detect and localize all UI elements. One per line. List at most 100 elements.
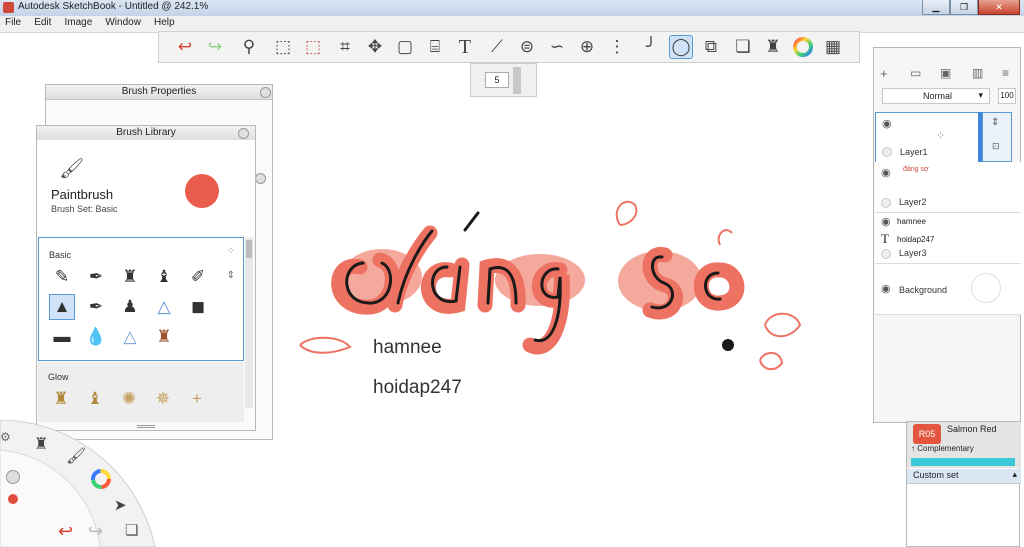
brush-size-widget[interactable]: 5 <box>470 63 537 97</box>
pencil-brush-icon[interactable]: ✎ <box>49 264 75 290</box>
background-color-swatch[interactable] <box>971 273 1001 303</box>
panel-title: Brush Properties <box>46 85 272 100</box>
lock-icon[interactable]: ⊡ <box>992 141 1000 152</box>
trash-icon[interactable]: ▥ <box>972 66 983 80</box>
panel-close-icon[interactable] <box>255 173 266 184</box>
layer-radio[interactable] <box>881 249 891 259</box>
close-button[interactable]: ✕ <box>978 0 1020 15</box>
layer-thumbnail: đáng sợ <box>903 166 929 173</box>
menu-edit[interactable]: Edit <box>29 16 56 29</box>
shape-icon[interactable]: ⧉ <box>699 35 723 59</box>
menu-image[interactable]: Image <box>59 16 97 29</box>
distort-icon[interactable]: ▢ <box>393 35 417 59</box>
zoom-icon[interactable]: ⚲ <box>237 35 261 59</box>
reorder-icon[interactable]: ⇕ <box>227 270 235 281</box>
panel-close-icon[interactable] <box>238 128 249 139</box>
settings-icon[interactable]: ⚙ <box>0 430 11 444</box>
layer-row-layer2[interactable]: ◉ đáng sợ Layer2 <box>875 162 1021 213</box>
marker-brush-icon[interactable]: ♜ <box>117 264 143 290</box>
glow-brush-2-icon[interactable]: ♝ <box>82 386 108 412</box>
crop-select-icon[interactable]: ⬚ <box>301 35 325 59</box>
add-layer-icon[interactable]: + <box>880 66 888 81</box>
lagoon-copy-icon[interactable]: ❏ <box>125 521 138 539</box>
layer-row-background[interactable]: ◉ Background <box>875 264 1021 315</box>
perspective-icon[interactable]: ⊕ <box>575 35 599 59</box>
custom-set-header[interactable]: Custom set ▴ <box>907 469 1021 484</box>
glow-brush-1-icon[interactable]: ♜ <box>48 386 74 412</box>
complementary-swatch[interactable] <box>911 458 1015 466</box>
blend-mode-select[interactable]: Normal ▾ <box>882 88 990 104</box>
reorder-icon[interactable]: ⇕ <box>991 117 999 128</box>
copy-icon[interactable]: ❏ <box>731 35 755 59</box>
image-layer-icon[interactable]: ▣ <box>940 66 951 80</box>
ellipse-guide-icon[interactable]: ⊜ <box>515 35 539 59</box>
brush-library-scrollbar[interactable] <box>245 238 253 408</box>
opacity-field[interactable]: 100 <box>998 88 1016 104</box>
scroll-thumb[interactable] <box>246 240 252 258</box>
glow-brush-4-icon[interactable]: ✵ <box>150 386 176 412</box>
eye-icon[interactable]: ◉ <box>882 117 892 130</box>
layer-name: Background <box>899 285 948 295</box>
lagoon-redo-icon[interactable]: ↪ <box>88 521 103 542</box>
glow-brush-5-icon[interactable]: + <box>184 386 210 412</box>
brush-tool-icon[interactable]: ♜ <box>34 434 48 454</box>
layer-row-layer1[interactable]: ◉ ⁘ Layer1 <box>875 112 981 164</box>
cylinder-icon[interactable]: ⌸ <box>423 35 447 59</box>
technical-pen-icon[interactable]: ♟ <box>117 294 143 320</box>
grid-icon[interactable]: ▦ <box>821 35 845 59</box>
menu-help[interactable]: Help <box>149 16 180 29</box>
paintbrush-brush-icon[interactable]: ▲ <box>49 294 75 320</box>
undo-icon[interactable]: ↩ <box>173 35 197 59</box>
layer-menu-icon[interactable]: ≡ <box>1002 66 1009 80</box>
brush-size-slider[interactable] <box>513 67 521 94</box>
brush-properties-close-icon[interactable] <box>260 87 271 98</box>
lagoon-undo-icon[interactable]: ↩ <box>58 521 73 542</box>
color-puck-icon[interactable] <box>8 494 18 504</box>
ruler-icon[interactable]: ⟋ <box>485 35 509 59</box>
text-icon[interactable]: T <box>453 35 477 59</box>
menu-window[interactable]: Window <box>100 16 146 29</box>
chisel-marker-icon[interactable]: ◼ <box>185 294 211 320</box>
leaf-doodle <box>759 351 784 371</box>
inkpen-brush-icon[interactable]: ✒ <box>83 264 109 290</box>
stroke-icon[interactable]: ╯ <box>639 35 663 59</box>
swatch-code[interactable]: R05 <box>913 424 941 444</box>
glow-brush-3-icon[interactable]: ✺ <box>116 386 142 412</box>
select-arrow-icon[interactable]: ➤ <box>114 496 127 514</box>
blender-brush-icon[interactable]: 💧 <box>83 324 109 350</box>
brush-size-value[interactable]: 5 <box>485 72 509 88</box>
menu-file[interactable]: File <box>0 16 26 29</box>
fountain-brush-icon[interactable]: ✒ <box>83 294 109 320</box>
redo-icon[interactable]: ↪ <box>203 35 227 59</box>
brush-size-puck-icon[interactable] <box>6 470 20 484</box>
eye-icon[interactable]: ◉ <box>881 166 891 179</box>
symmetry-icon[interactable]: ⋮ <box>605 35 629 59</box>
eraser-icon[interactable]: ▬ <box>49 324 75 350</box>
crop-icon[interactable]: ⌗ <box>333 35 357 59</box>
layer-radio[interactable] <box>882 147 892 157</box>
felt-brush-icon[interactable]: ♝ <box>151 264 177 290</box>
ellipse-icon[interactable]: ◯ <box>669 35 693 59</box>
layer-row-layer3[interactable]: ◉ hamnee T hoidap247 Layer3 <box>875 213 1021 264</box>
minimize-button[interactable]: ▁ <box>922 0 950 15</box>
select-icon[interactable]: ⬚ <box>271 35 295 59</box>
transform-icon[interactable]: ✥ <box>363 35 387 59</box>
settings-icon[interactable]: ⁘ <box>227 246 235 257</box>
folder-icon[interactable]: ▭ <box>910 66 921 80</box>
color-wheel-icon[interactable] <box>791 35 815 59</box>
current-color-swatch[interactable] <box>185 174 219 208</box>
french-curve-icon[interactable]: ∽ <box>545 35 569 59</box>
smudge-brush-icon[interactable]: △ <box>117 324 143 350</box>
eye-icon[interactable]: ◉ <box>881 215 891 228</box>
maximize-button[interactable]: ❐ <box>950 0 978 15</box>
swatch-name: Salmon Red <box>947 424 997 434</box>
brush-library-icon[interactable]: 🖌 <box>66 446 86 466</box>
layer-radio[interactable] <box>881 198 891 208</box>
texture-brush-icon[interactable]: ♜ <box>151 324 177 350</box>
airbrush-icon[interactable]: △ <box>151 294 177 320</box>
brush-library-panel: Brush Library 🖌 Paintbrush Brush Set: Ba… <box>36 125 256 431</box>
eye-icon[interactable]: ◉ <box>881 282 891 295</box>
ballpoint-brush-icon[interactable]: ✐ <box>185 264 211 290</box>
color-wheel-icon[interactable] <box>90 468 112 490</box>
brush-palette-icon[interactable]: ♜ <box>761 35 785 59</box>
